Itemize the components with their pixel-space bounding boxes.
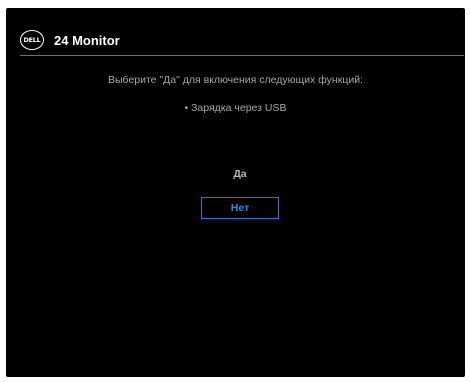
osd-window: DELL 24 Monitor Выберите "Да" для включе…	[6, 8, 465, 377]
dell-logo: DELL	[20, 30, 44, 50]
monitor-title: 24 Monitor	[54, 32, 120, 48]
title-bar: DELL 24 Monitor	[20, 24, 120, 56]
no-button[interactable]: Нет	[201, 197, 279, 219]
title-divider	[20, 55, 464, 56]
dell-logo-text: DELL	[23, 35, 41, 44]
prompt-text: Выберите "Да" для включения следующих фу…	[108, 74, 363, 86]
yes-button[interactable]: Да	[201, 165, 279, 183]
feature-usb-charging: • Зарядка через USB	[184, 102, 287, 114]
